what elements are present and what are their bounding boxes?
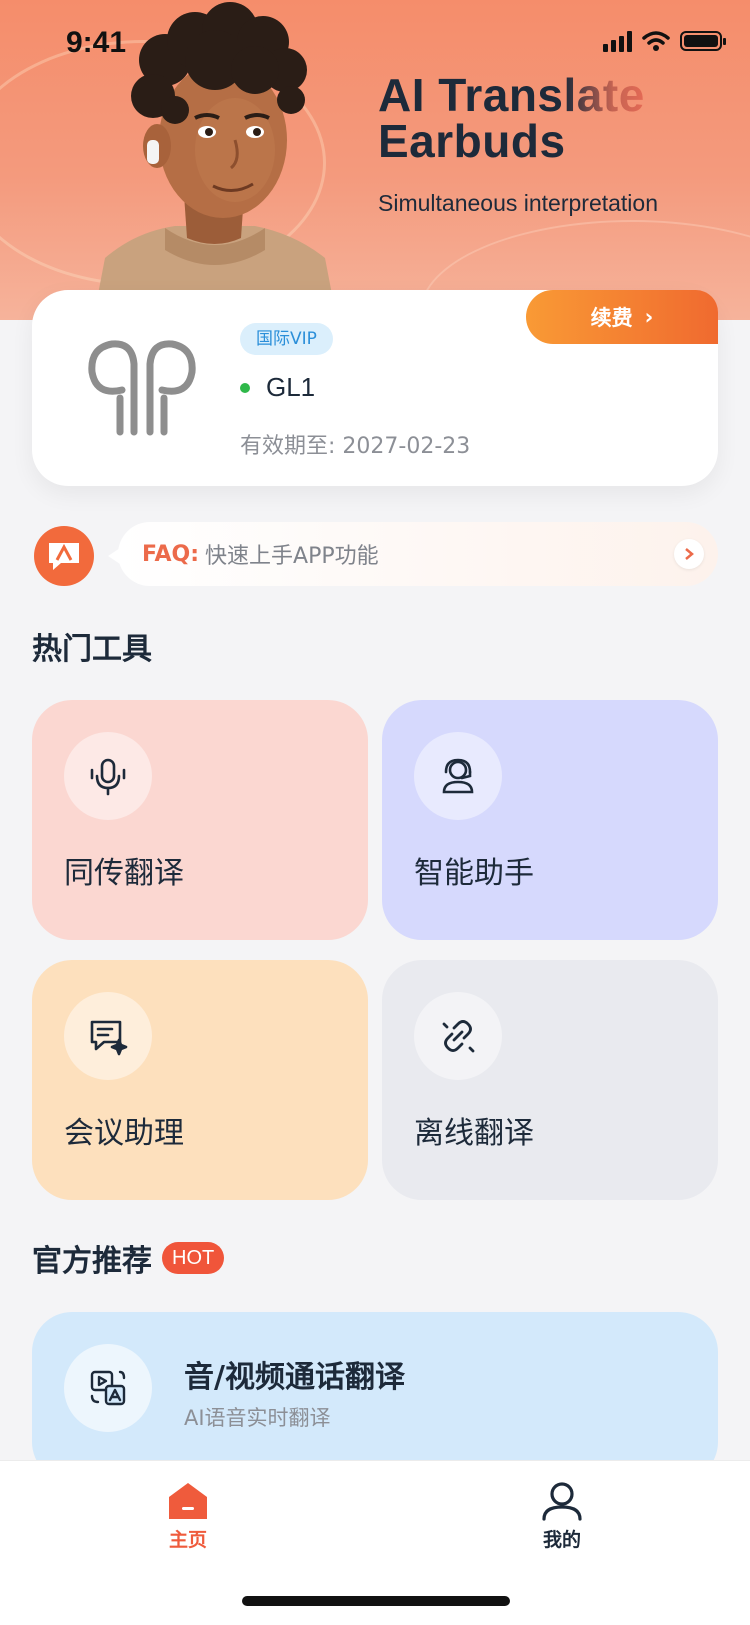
faq-text: 快速上手APP功能 bbox=[205, 544, 379, 569]
tool-label: 离线翻译 bbox=[414, 1116, 534, 1151]
hero-banner: 9:41 AI Translate Earbuds Simultaneous i… bbox=[0, 0, 750, 320]
tool-card-smart-assistant[interactable]: 智能助手 bbox=[382, 700, 718, 940]
tool-card-meeting-assistant[interactable]: 会议助理 bbox=[32, 960, 368, 1200]
wifi-icon bbox=[642, 31, 670, 51]
earbuds-icon bbox=[88, 340, 196, 436]
assistant-icon bbox=[414, 732, 502, 820]
tab-label: 我的 bbox=[542, 1529, 581, 1551]
promo-card-call-translation[interactable]: 音/视频通话翻译 AI语音实时翻译 bbox=[32, 1312, 718, 1482]
tab-home[interactable]: 主页 bbox=[128, 1481, 248, 1552]
tab-label: 主页 bbox=[168, 1529, 207, 1551]
renew-button[interactable]: 续费 › bbox=[526, 290, 718, 344]
chevron-right-icon[interactable] bbox=[674, 539, 704, 569]
section-header-recommend: 官方推荐 HOT bbox=[32, 1236, 225, 1280]
chevron-right-icon: › bbox=[644, 305, 654, 329]
tool-card-offline-translation[interactable]: 离线翻译 bbox=[382, 960, 718, 1200]
promo-subtitle: AI语音实时翻译 bbox=[184, 1406, 331, 1430]
tool-label: 同传翻译 bbox=[64, 856, 184, 891]
battery-icon bbox=[680, 31, 726, 51]
faq-logo-icon[interactable] bbox=[34, 526, 94, 586]
tab-profile[interactable]: 我的 bbox=[502, 1481, 622, 1552]
status-icons bbox=[603, 30, 726, 52]
hot-badge: HOT bbox=[162, 1242, 225, 1274]
hero-title: AI Translate Earbuds bbox=[378, 69, 645, 167]
cellular-signal-icon bbox=[603, 30, 632, 52]
home-icon bbox=[169, 1483, 207, 1519]
connected-status-dot bbox=[240, 382, 250, 393]
status-time: 9:41 bbox=[66, 26, 127, 59]
tool-label: 会议助理 bbox=[64, 1116, 184, 1151]
device-status-row: GL1 bbox=[240, 372, 315, 403]
device-name: GL1 bbox=[266, 372, 316, 402]
video-translate-icon bbox=[64, 1344, 152, 1432]
home-indicator[interactable] bbox=[242, 1596, 510, 1606]
promo-title: 音/视频通话翻译 bbox=[184, 1360, 405, 1395]
user-icon bbox=[542, 1482, 582, 1521]
chat-sparkle-icon bbox=[64, 992, 152, 1080]
section-title-recommend: 官方推荐 bbox=[32, 1244, 152, 1279]
faq-banner[interactable]: FAQ: 快速上手APP功能 bbox=[108, 522, 718, 586]
expiry-date: 有效期至: 2027-02-23 bbox=[240, 434, 471, 459]
hero-subtitle: Simultaneous interpretation bbox=[378, 190, 658, 216]
vip-badge: 国际VIP bbox=[240, 323, 333, 355]
faq-label: FAQ: bbox=[142, 541, 200, 567]
renew-label: 续费 bbox=[590, 306, 633, 330]
tool-label: 智能助手 bbox=[414, 856, 534, 891]
microphone-icon bbox=[64, 732, 152, 820]
hero-person-illustration bbox=[95, 2, 335, 310]
section-title-tools: 热门工具 bbox=[32, 632, 152, 667]
tool-card-simultaneous-translation[interactable]: 同传翻译 bbox=[32, 700, 368, 940]
link-broken-icon bbox=[414, 992, 502, 1080]
